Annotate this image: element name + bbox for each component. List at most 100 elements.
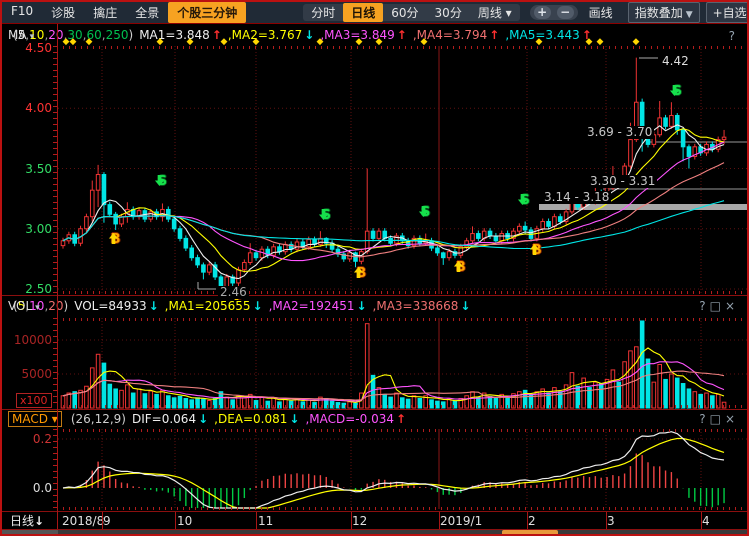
vol-panel-controls: ?□× (699, 298, 739, 314)
event-diamond-icon[interactable]: ◆ (419, 38, 429, 47)
add-watchlist-button[interactable]: +自选▼ (706, 2, 749, 23)
event-diamond-icon[interactable]: ◆ (155, 38, 165, 47)
indicator-value: ,MACD=-0.034 (305, 412, 394, 426)
down-arrow-icon: ↓ (460, 299, 470, 313)
toolbar-tab[interactable]: 诊股 (42, 2, 84, 23)
indicator-value: ,MA2=3.767 (228, 28, 302, 42)
time-axis-tick (57, 512, 58, 529)
time-axis-label: 12 (352, 514, 367, 529)
time-axis-label: 9 (103, 514, 111, 529)
chevron-down-icon: ▾ (35, 303, 40, 313)
event-diamond-icon[interactable]: ◆ (595, 38, 605, 47)
right-tools: 画线 指数叠加▼ +自选▼ >| (580, 2, 749, 23)
zoom-in-button[interactable]: + (534, 6, 551, 19)
maximize-icon[interactable]: □ (710, 299, 725, 313)
maximize-icon[interactable]: □ (710, 412, 725, 426)
period-selector[interactable]: 日线↓ (10, 514, 44, 529)
buy-marker: B (529, 244, 545, 257)
period-tab[interactable]: 周线 ▾ (470, 3, 520, 22)
tick-strip (57, 429, 748, 432)
period-tab[interactable]: 分时 (303, 3, 343, 22)
price-axis-label: 2.50 (2, 282, 52, 296)
index-overlay-button[interactable]: 指数叠加▼ (628, 2, 700, 23)
price-annotation: 2.46 (218, 286, 249, 299)
tick-strip (57, 405, 748, 408)
period-tabs: 分时日线60分30分周线 ▾ (303, 4, 519, 21)
buy-marker: B (108, 233, 124, 246)
price-annotation: 4.42 (660, 55, 691, 68)
event-diamond-icon[interactable]: ◆ (84, 38, 94, 47)
toolbar-tab[interactable]: 个股三分钟 (168, 2, 246, 23)
price-axis-label: 4.50 (2, 41, 52, 55)
macd-panel-controls: ?□× (699, 411, 739, 427)
event-diamond-icon[interactable]: ◆ (354, 38, 364, 47)
scrollbar-corner (2, 530, 58, 536)
down-arrow-icon: ↓ (149, 299, 159, 313)
time-axis-label: 10 (177, 514, 192, 529)
period-tab[interactable]: 30分 (427, 3, 470, 22)
chevron-down-icon: ▼ (686, 10, 693, 20)
sell-marker: S (318, 209, 334, 222)
volume-unit-label: x100 (16, 393, 52, 408)
price-axis-label: 3.00 (2, 222, 52, 236)
tick-strip (57, 507, 748, 510)
event-diamond-icon[interactable]: ◆ (219, 38, 229, 47)
chart-plot-area[interactable] (2, 2, 747, 534)
event-diamond-icon[interactable]: ◆ (68, 38, 78, 47)
time-axis-tick (527, 512, 528, 529)
macd-indicator-header: MACD ▾(26,12,9)DIF=0.064↓,DEA=0.081↓,MAC… (8, 410, 406, 428)
time-axis-label: 2019/1 (440, 514, 482, 529)
close-icon[interactable]: × (725, 299, 739, 313)
event-diamond-icon[interactable]: ◆ (584, 38, 594, 47)
toolbar-tab[interactable]: 擒庄 (84, 2, 126, 23)
event-diamond-icon[interactable]: ◆ (631, 38, 641, 47)
indicator-value: ,MA3=338668 (373, 299, 459, 313)
scrollbar-thumb[interactable] (502, 530, 558, 536)
help-icon[interactable]: ? (699, 299, 709, 313)
scrollbar-track[interactable] (2, 530, 747, 536)
time-axis-tick (439, 512, 440, 529)
time-axis-tick (102, 512, 103, 529)
sell-marker: S (669, 85, 685, 98)
time-axis-tick (701, 512, 702, 529)
period-tab[interactable]: 60分 (383, 3, 426, 22)
time-axis-label: 11 (258, 514, 273, 529)
indicator-value: MA1=3.848 (139, 28, 210, 42)
event-diamond-icon[interactable]: ◆ (315, 38, 325, 47)
indicator-name[interactable]: MACD ▾ (8, 411, 62, 427)
indicator-value: ,DEA=0.081 (214, 412, 287, 426)
period-tab[interactable]: 日线 (343, 3, 383, 22)
toolbar: F10诊股擒庄全景个股三分钟 分时日线60分30分周线 ▾ + − 画线 指数叠… (2, 2, 747, 24)
time-axis-label: 2018/8 (62, 514, 104, 529)
macd-axis-label: 0.0 (2, 481, 52, 495)
toolbar-tab[interactable]: F10 (2, 2, 42, 23)
price-axis-label: 4.00 (2, 101, 52, 115)
sell-marker: S (517, 194, 533, 207)
stock-chart-window: F10诊股擒庄全景个股三分钟 分时日线60分30分周线 ▾ + − 画线 指数叠… (0, 0, 749, 536)
down-arrow-icon: ↓ (253, 299, 263, 313)
main-help-icon[interactable]: ? (729, 28, 739, 44)
time-axis-tick (351, 512, 352, 529)
event-diamond-icon[interactable]: ◆ (374, 38, 384, 47)
event-diamond-icon[interactable]: ◆ (534, 38, 544, 47)
tick-strip (57, 291, 748, 294)
indicator-name[interactable]: VOL▾ (8, 297, 40, 317)
panel-separator (2, 295, 747, 296)
up-arrow-icon: ↑ (397, 28, 407, 42)
volume-axis-label: 10000 (2, 333, 52, 347)
help-icon[interactable]: ? (699, 412, 709, 426)
indicator-value: ,MA2=192451 (269, 299, 355, 313)
y-axis-line (57, 24, 58, 529)
toolbar-tab[interactable]: 全景 (126, 2, 168, 23)
macd-axis-label: 0.2 (2, 432, 52, 446)
zoom-out-button[interactable]: − (557, 6, 574, 19)
time-axis-label: 4 (702, 514, 710, 529)
indicator-params: (26,12,9) (71, 412, 126, 426)
close-icon[interactable]: × (725, 412, 739, 426)
event-diamond-icon[interactable]: ◆ (185, 38, 195, 47)
price-axis-label: 3.50 (2, 162, 52, 176)
event-diamond-icon[interactable]: ◆ (251, 38, 261, 47)
buy-marker: B (453, 261, 469, 274)
draw-line-button[interactable]: 画线 (580, 2, 622, 23)
price-level-annotation: 3.69 - 3.70 (585, 126, 654, 139)
